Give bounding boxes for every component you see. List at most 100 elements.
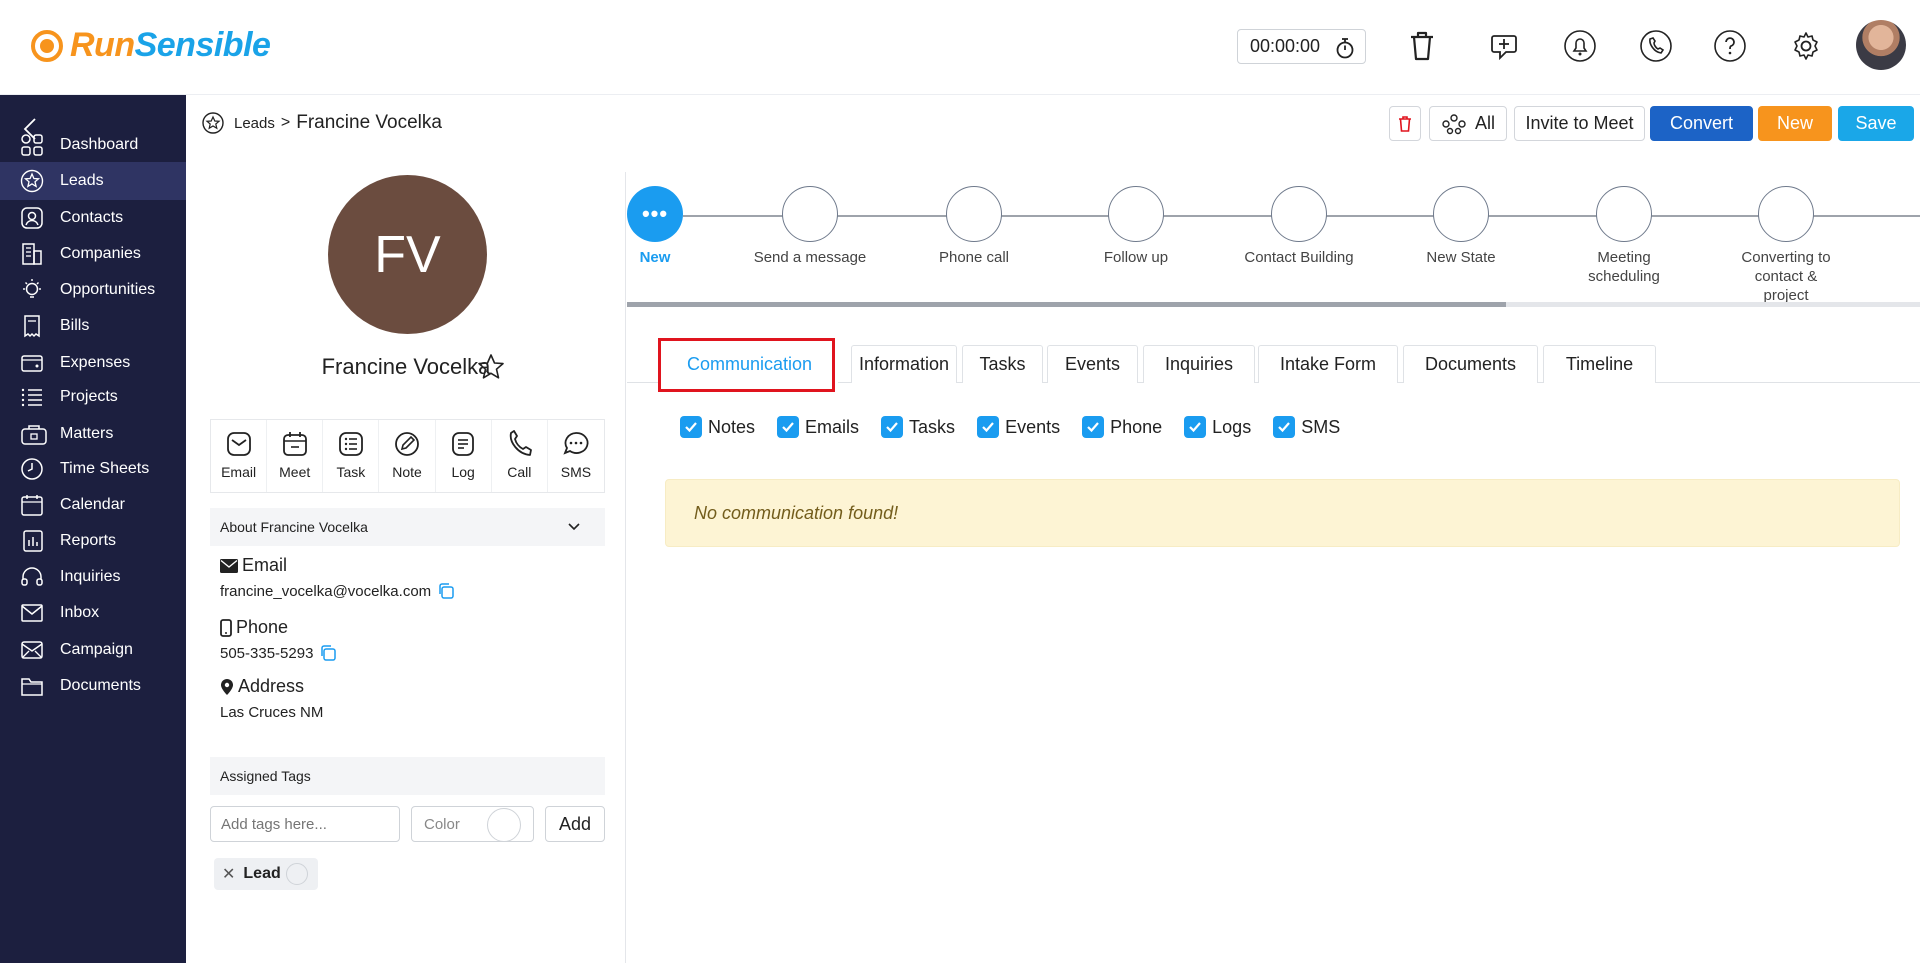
checkbox-checked-icon[interactable] xyxy=(777,416,800,438)
lead-stage-pipeline: ••• New Send a message Phone call Follow up C… xyxy=(627,180,1920,305)
stage-circle[interactable]: ••• xyxy=(627,186,683,242)
stage-label: Send a message xyxy=(753,249,867,266)
favorite-star-icon[interactable] xyxy=(476,352,506,387)
stage-circle[interactable] xyxy=(1758,186,1814,242)
timer-display[interactable]: 00:00:00 xyxy=(1237,29,1366,64)
color-swatch[interactable] xyxy=(487,808,521,842)
sidebar-item-bills[interactable]: Bills xyxy=(0,307,186,345)
sidebar-item-label: Projects xyxy=(60,388,118,405)
stage-circle[interactable] xyxy=(1108,186,1164,242)
sidebar-item-calendar[interactable]: Calendar xyxy=(0,486,186,524)
sidebar-item-inquiries[interactable]: Inquiries xyxy=(0,558,186,596)
remove-tag-icon[interactable]: ✕ xyxy=(222,864,235,884)
add-tags-input[interactable] xyxy=(210,806,400,842)
sidebar-item-reports[interactable]: Reports xyxy=(0,522,186,560)
checkbox-checked-icon[interactable] xyxy=(680,416,702,438)
stage-label: Converting to contact & project xyxy=(1741,249,1831,304)
tab-inquiries[interactable]: Inquiries xyxy=(1143,345,1255,383)
tab-tasks[interactable]: Tasks xyxy=(962,345,1043,383)
stage-circle[interactable] xyxy=(782,186,838,242)
tab-timeline[interactable]: Timeline xyxy=(1543,345,1656,383)
email-link[interactable]: francine_vocelka@vocelka.com xyxy=(220,583,431,600)
about-section-header[interactable]: About Francine Vocelka xyxy=(210,508,605,546)
sidebar-item-dashboard[interactable]: Dashboard xyxy=(0,126,186,164)
filter-emails-checkbox[interactable]: Emails xyxy=(777,416,859,438)
list-icon xyxy=(21,388,42,407)
filter-tasks-checkbox[interactable]: Tasks xyxy=(881,416,955,438)
logo[interactable]: RunSensible xyxy=(30,26,271,65)
filter-notes-checkbox[interactable]: Notes xyxy=(680,416,755,438)
new-button[interactable]: New xyxy=(1758,106,1832,141)
add-reminder-icon[interactable] xyxy=(1484,26,1524,66)
action-meet-button[interactable]: Meet xyxy=(267,420,324,492)
help-icon[interactable] xyxy=(1710,26,1750,66)
action-email-button[interactable]: Email xyxy=(211,420,268,492)
tab-information[interactable]: Information xyxy=(851,345,957,383)
breadcrumb: Leads > Francine Vocelka xyxy=(202,112,442,134)
sidebar-item-inbox[interactable]: Inbox xyxy=(0,594,186,632)
timer-value: 00:00:00 xyxy=(1250,36,1321,56)
sidebar-item-campaign[interactable]: Campaign xyxy=(0,631,186,669)
delete-lead-button[interactable] xyxy=(1389,106,1421,141)
action-sms-button[interactable]: SMS xyxy=(547,420,604,492)
settings-gear-icon[interactable] xyxy=(1786,26,1826,66)
action-log-button[interactable]: Log xyxy=(435,420,492,492)
stage-send-a-message[interactable]: Send a message xyxy=(745,186,875,267)
stage-converting-to-contact-project[interactable]: Converting to contact & project xyxy=(1721,186,1851,305)
checkbox-checked-icon[interactable] xyxy=(881,416,904,438)
stage-phone-call[interactable]: Phone call xyxy=(909,186,1039,267)
tab-intake-form[interactable]: Intake Form xyxy=(1258,345,1398,383)
tab-events[interactable]: Events xyxy=(1047,345,1138,383)
action-call-button[interactable]: Call xyxy=(491,420,548,492)
stage-circle[interactable] xyxy=(1271,186,1327,242)
stage-meeting-scheduling[interactable]: Meeting scheduling xyxy=(1559,186,1689,286)
assign-all-button[interactable]: All xyxy=(1429,106,1507,141)
stage-circle[interactable] xyxy=(946,186,1002,242)
sidebar-item-companies[interactable]: Companies xyxy=(0,235,186,273)
checkbox-checked-icon[interactable] xyxy=(1184,416,1207,438)
sidebar-item-leads[interactable]: Leads xyxy=(0,162,186,200)
stage-circle[interactable] xyxy=(1596,186,1652,242)
tab-documents[interactable]: Documents xyxy=(1403,345,1538,383)
communication-filters: Notes Emails Tasks Events Phone Logs SMS xyxy=(680,416,1362,438)
sidebar-item-matters[interactable]: Matters xyxy=(0,415,186,453)
action-label: Email xyxy=(221,464,257,480)
stage-label: New xyxy=(639,249,671,266)
stage-new[interactable]: ••• New xyxy=(590,186,720,267)
sidebar-item-projects[interactable]: Projects xyxy=(0,378,186,416)
filter-sms-checkbox[interactable]: SMS xyxy=(1273,416,1340,438)
sidebar-item-label: Opportunities xyxy=(60,281,156,298)
action-note-button[interactable]: Note xyxy=(379,420,436,492)
phone-icon[interactable] xyxy=(1636,26,1676,66)
add-tag-button[interactable]: Add xyxy=(545,806,605,842)
convert-button[interactable]: Convert xyxy=(1650,106,1753,141)
breadcrumb-leads-link[interactable]: Leads xyxy=(234,115,275,132)
filter-phone-checkbox[interactable]: Phone xyxy=(1082,416,1162,438)
stage-contact-building[interactable]: Contact Building xyxy=(1234,186,1364,267)
tag-color-picker[interactable]: Color xyxy=(411,806,534,842)
copy-email-icon[interactable] xyxy=(437,582,455,600)
checkbox-checked-icon[interactable] xyxy=(977,416,1000,438)
sidebar-item-expenses[interactable]: Expenses xyxy=(0,344,186,382)
trash-icon[interactable] xyxy=(1402,26,1442,66)
checkbox-checked-icon[interactable] xyxy=(1082,416,1105,438)
copy-phone-icon[interactable] xyxy=(319,644,337,662)
sidebar-item-documents[interactable]: Documents xyxy=(0,667,186,705)
stopwatch-icon[interactable] xyxy=(1335,37,1355,59)
logo-text: RunSensible xyxy=(70,26,271,64)
save-button[interactable]: Save xyxy=(1838,106,1914,141)
stage-new-state[interactable]: New State xyxy=(1396,186,1526,267)
sidebar-item-contacts[interactable]: Contacts xyxy=(0,199,186,237)
checkbox-checked-icon[interactable] xyxy=(1273,416,1296,438)
sidebar-item-opportunities[interactable]: Opportunities xyxy=(0,271,186,309)
filter-events-checkbox[interactable]: Events xyxy=(977,416,1060,438)
notification-bell-icon[interactable] xyxy=(1560,26,1600,66)
stage-follow-up[interactable]: Follow up xyxy=(1071,186,1201,267)
phone-link[interactable]: 505-335-5293 xyxy=(220,645,313,662)
stage-circle[interactable] xyxy=(1433,186,1489,242)
filter-logs-checkbox[interactable]: Logs xyxy=(1184,416,1251,438)
invite-to-meet-button[interactable]: Invite to Meet xyxy=(1514,106,1645,141)
user-avatar[interactable] xyxy=(1856,20,1906,70)
action-task-button[interactable]: Task xyxy=(323,420,380,492)
sidebar-item-time-sheets[interactable]: Time Sheets xyxy=(0,450,186,488)
